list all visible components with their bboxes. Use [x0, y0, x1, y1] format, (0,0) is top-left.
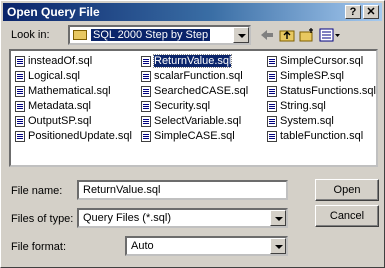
list-item[interactable]: SimpleSP.sql: [267, 70, 344, 83]
open-query-file-dialog: Open Query File ? ✕ Look in: SQL 2000 St…: [0, 0, 385, 268]
list-item[interactable]: Mathematical.sql: [15, 85, 111, 98]
sql-file-icon: [267, 115, 277, 127]
look-in-label: Look in:: [11, 29, 50, 41]
list-item[interactable]: Logical.sql: [15, 70, 80, 83]
sql-file-icon: [141, 115, 151, 127]
sql-file-icon: [141, 130, 151, 142]
sql-file-icon: [267, 130, 277, 142]
look-in-combo[interactable]: SQL 2000 Step by Step: [68, 25, 251, 45]
file-format-label: File format:: [11, 241, 67, 253]
file-name-label: File name:: [11, 185, 63, 197]
file-format-select[interactable]: Auto: [125, 236, 288, 256]
file-format-value: Auto: [131, 240, 154, 252]
sql-file-icon: [141, 85, 151, 97]
open-button[interactable]: Open: [315, 179, 379, 201]
sql-file-icon: [141, 55, 151, 67]
sql-file-icon: [267, 55, 277, 67]
file-name-input[interactable]: ReturnValue.sql: [77, 180, 288, 200]
sql-file-icon: [267, 85, 277, 97]
files-of-type-label: Files of type:: [11, 213, 74, 225]
list-item[interactable]: String.sql: [267, 100, 326, 113]
files-of-type-dropdown-arrow[interactable]: [270, 210, 286, 226]
help-button[interactable]: ?: [345, 5, 361, 19]
list-item[interactable]: OutputSP.sql: [15, 115, 91, 128]
look-in-dropdown-arrow[interactable]: [233, 27, 249, 43]
views-menu-icon[interactable]: [319, 28, 341, 42]
close-button[interactable]: ✕: [363, 5, 379, 19]
title-bar[interactable]: Open Query File ? ✕: [3, 3, 382, 21]
sql-file-icon: [267, 70, 277, 82]
folder-icon: [73, 30, 87, 40]
files-of-type-select[interactable]: Query Files (*.sql): [77, 208, 288, 228]
up-folder-icon[interactable]: [279, 28, 295, 42]
list-item[interactable]: StatusFunctions.sql: [267, 85, 376, 98]
list-item[interactable]: SelectVariable.sql: [141, 115, 241, 128]
list-item[interactable]: SimpleCASE.sql: [141, 130, 235, 143]
sql-file-icon: [141, 100, 151, 112]
sql-file-icon: [15, 70, 25, 82]
list-item-selected[interactable]: ReturnValue.sql: [141, 54, 233, 68]
new-folder-icon[interactable]: [299, 28, 315, 42]
back-arrow-icon[interactable]: [259, 28, 275, 42]
list-item[interactable]: Security.sql: [141, 100, 210, 113]
list-item[interactable]: SearchedCASE.sql: [141, 85, 248, 98]
sql-file-icon: [15, 100, 25, 112]
sql-file-icon: [15, 85, 25, 97]
sql-file-icon: [15, 130, 25, 142]
list-item[interactable]: insteadOf.sql: [15, 55, 92, 68]
cancel-button[interactable]: Cancel: [315, 205, 379, 227]
files-of-type-value: Query Files (*.sql): [83, 212, 172, 224]
list-item[interactable]: PositionedUpdate.sql: [15, 130, 132, 143]
look-in-value: SQL 2000 Step by Step: [91, 29, 211, 41]
list-item[interactable]: SimpleCursor.sql: [267, 55, 363, 68]
list-item[interactable]: tableFunction.sql: [267, 130, 363, 143]
sql-file-icon: [15, 55, 25, 67]
list-item[interactable]: System.sql: [267, 115, 334, 128]
file-list[interactable]: insteadOf.sql Logical.sql Mathematical.s…: [9, 49, 378, 167]
sql-file-icon: [141, 70, 151, 82]
dialog-title: Open Query File: [7, 5, 100, 19]
sql-file-icon: [15, 115, 25, 127]
file-name-value: ReturnValue.sql: [83, 184, 161, 196]
sql-file-icon: [267, 100, 277, 112]
list-item[interactable]: scalarFunction.sql: [141, 70, 243, 83]
list-item[interactable]: Metadata.sql: [15, 100, 91, 113]
file-format-dropdown-arrow[interactable]: [270, 238, 286, 254]
